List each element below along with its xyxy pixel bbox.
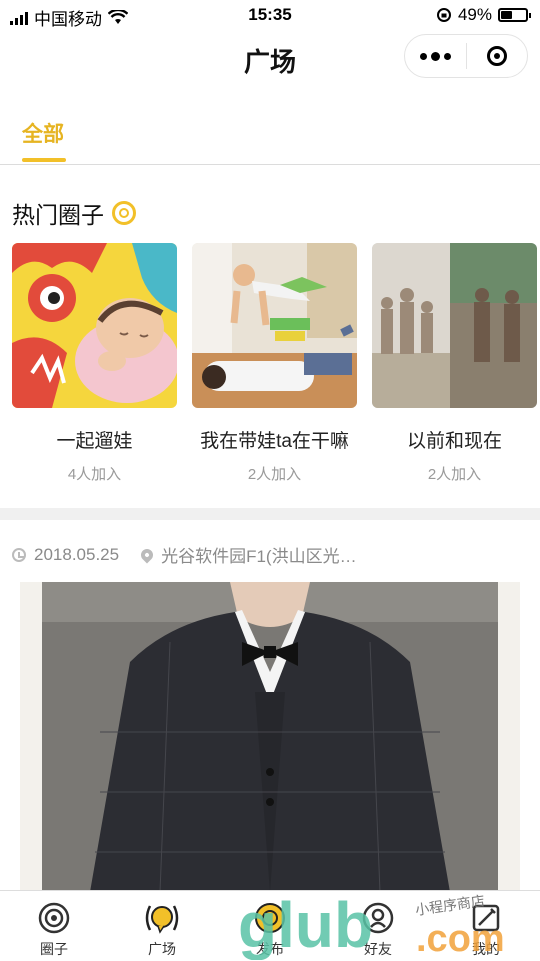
tabbar-label: 我的 xyxy=(472,941,500,957)
tabbar-item-square[interactable]: 广场 xyxy=(108,901,216,959)
circle-cover-image xyxy=(192,243,357,408)
miniprogram-capsule xyxy=(404,34,528,78)
circle-card[interactable]: 一起遛娃 4人加入 xyxy=(12,243,177,484)
rotation-lock-icon xyxy=(436,8,451,22)
nav-header: 广场 xyxy=(0,30,540,88)
status-bar: 中国移动 15:35 49% xyxy=(0,0,540,30)
tab-all[interactable]: 全部 xyxy=(22,118,64,148)
tabbar-label: 广场 xyxy=(148,941,176,957)
battery-icon xyxy=(498,8,531,22)
hot-circle-icon xyxy=(112,201,136,225)
close-button[interactable] xyxy=(466,35,527,77)
friends-icon xyxy=(362,902,394,934)
circle-name: 我在带娃ta在干嘛 xyxy=(200,431,349,452)
tabbar-label: 好友 xyxy=(364,941,392,957)
circle-name: 一起遛娃 xyxy=(56,431,133,452)
circle-cover-image xyxy=(372,243,537,408)
post-location[interactable]: 光谷软件园F1(洪山区光… xyxy=(161,542,357,567)
tabbar-label: 圈子 xyxy=(40,941,68,957)
circle-member-count: 2人加入 xyxy=(247,466,302,483)
circle-name: 以前和现在 xyxy=(406,431,502,452)
tabbar-item-circles[interactable]: 圈子 xyxy=(0,901,108,959)
more-button[interactable] xyxy=(405,35,466,77)
circle-card[interactable]: 我在带娃ta在干嘛 2人加入 xyxy=(192,243,357,484)
post-image[interactable] xyxy=(20,582,520,892)
close-icon xyxy=(486,46,507,66)
hot-circles-list: 一起遛娃 4人加入 我在带娃ta在干嘛 2人加入 以前和现在 2人加入 xyxy=(12,243,540,493)
tabbar-label: 发布 xyxy=(256,941,284,957)
circle-member-count: 4人加入 xyxy=(67,466,122,483)
tab-indicator xyxy=(22,158,66,162)
profile-icon xyxy=(472,904,500,932)
circle-cover-image xyxy=(12,243,177,408)
hot-circles-title: 热门圈子 xyxy=(12,202,104,228)
square-icon xyxy=(145,905,179,934)
location-icon xyxy=(138,546,156,563)
category-tabs: 全部 xyxy=(0,96,540,165)
circle-icon xyxy=(38,902,70,934)
bottom-tab-bar: 圈子 广场 发布 好友 我的 xyxy=(0,890,540,961)
tabbar-item-profile[interactable]: 我的 xyxy=(432,901,540,959)
hot-circles-heading: 热门圈子 xyxy=(12,196,136,230)
publish-icon xyxy=(255,903,285,933)
battery-percent: 49% xyxy=(457,5,492,24)
post-meta: 2018.05.25 光谷软件园F1(洪山区光… xyxy=(12,542,357,567)
post-date: 2018.05.25 xyxy=(34,544,120,564)
tabbar-item-publish[interactable]: 发布 xyxy=(216,901,324,959)
circle-card[interactable]: 以前和现在 2人加入 xyxy=(372,243,537,484)
section-divider xyxy=(0,508,540,520)
circle-member-count: 2人加入 xyxy=(427,466,482,483)
clock-icon xyxy=(12,547,26,562)
more-icon xyxy=(419,52,427,60)
tabbar-item-friends[interactable]: 好友 xyxy=(324,901,432,959)
